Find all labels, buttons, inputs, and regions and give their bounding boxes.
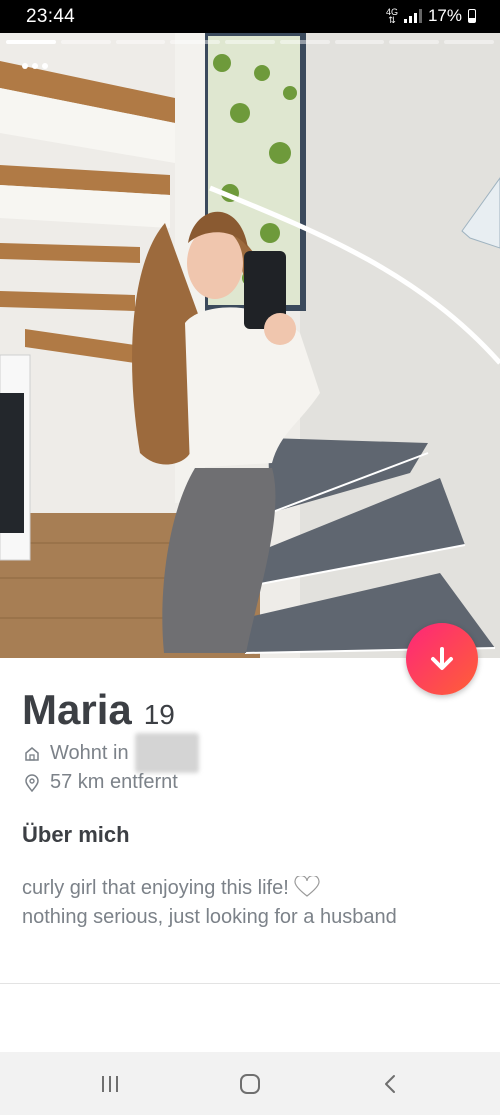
arrow-down-icon	[431, 647, 453, 670]
distance-text: 57 km entfernt	[50, 771, 178, 793]
recents-button[interactable]	[90, 1070, 130, 1098]
about-title: Über mich	[22, 822, 130, 847]
battery-icon	[468, 9, 476, 23]
pager-segment[interactable]	[389, 40, 440, 44]
bio-text: curly girl that enjoying this life! noth…	[22, 874, 482, 932]
profile-age: 19	[143, 699, 175, 730]
profile-header: Maria 19	[22, 686, 175, 734]
recents-icon	[102, 1076, 118, 1092]
pager-segment[interactable]	[6, 40, 56, 44]
status-bar: 23:44 4G ⇅ 17%	[0, 0, 500, 33]
status-time: 23:44	[26, 6, 76, 27]
pager-segment[interactable]	[334, 40, 385, 44]
back-icon	[385, 1075, 395, 1093]
photo-pager	[6, 40, 495, 44]
location-pin-icon	[25, 773, 39, 792]
lives-in-row: Wohnt in	[24, 742, 129, 765]
pager-segment[interactable]	[170, 40, 221, 44]
lives-in-label: Wohnt in	[50, 742, 129, 764]
back-button[interactable]	[370, 1070, 410, 1098]
divider	[0, 983, 500, 984]
bio-line-1: curly girl that enjoying this life!	[22, 877, 289, 899]
profile-name: Maria	[22, 686, 132, 733]
system-nav-bar	[0, 1052, 500, 1115]
profile-photo[interactable]	[0, 33, 500, 658]
home-nav-icon	[240, 1074, 260, 1094]
pager-segment[interactable]	[444, 40, 495, 44]
photo-illustration	[0, 33, 500, 658]
pager-segment[interactable]	[279, 40, 330, 44]
collapse-profile-button[interactable]	[406, 623, 478, 695]
network-type-icon: 4G ⇅	[385, 7, 398, 25]
signal-icon	[403, 9, 422, 23]
redacted-city	[135, 733, 199, 773]
battery-percent: 17%	[427, 6, 462, 25]
home-icon	[25, 746, 39, 761]
distance-row: 57 km entfernt	[24, 771, 178, 794]
home-nav-button[interactable]	[230, 1070, 270, 1098]
bio-line-2: nothing serious, just looking for a husb…	[22, 906, 397, 928]
status-indicators: 4G ⇅ 17%	[386, 6, 476, 26]
pager-segment[interactable]	[60, 40, 111, 44]
heart-icon	[294, 874, 320, 897]
pager-segment[interactable]	[115, 40, 166, 44]
more-dots-icon[interactable]	[22, 63, 48, 69]
pager-segment[interactable]	[225, 40, 275, 44]
